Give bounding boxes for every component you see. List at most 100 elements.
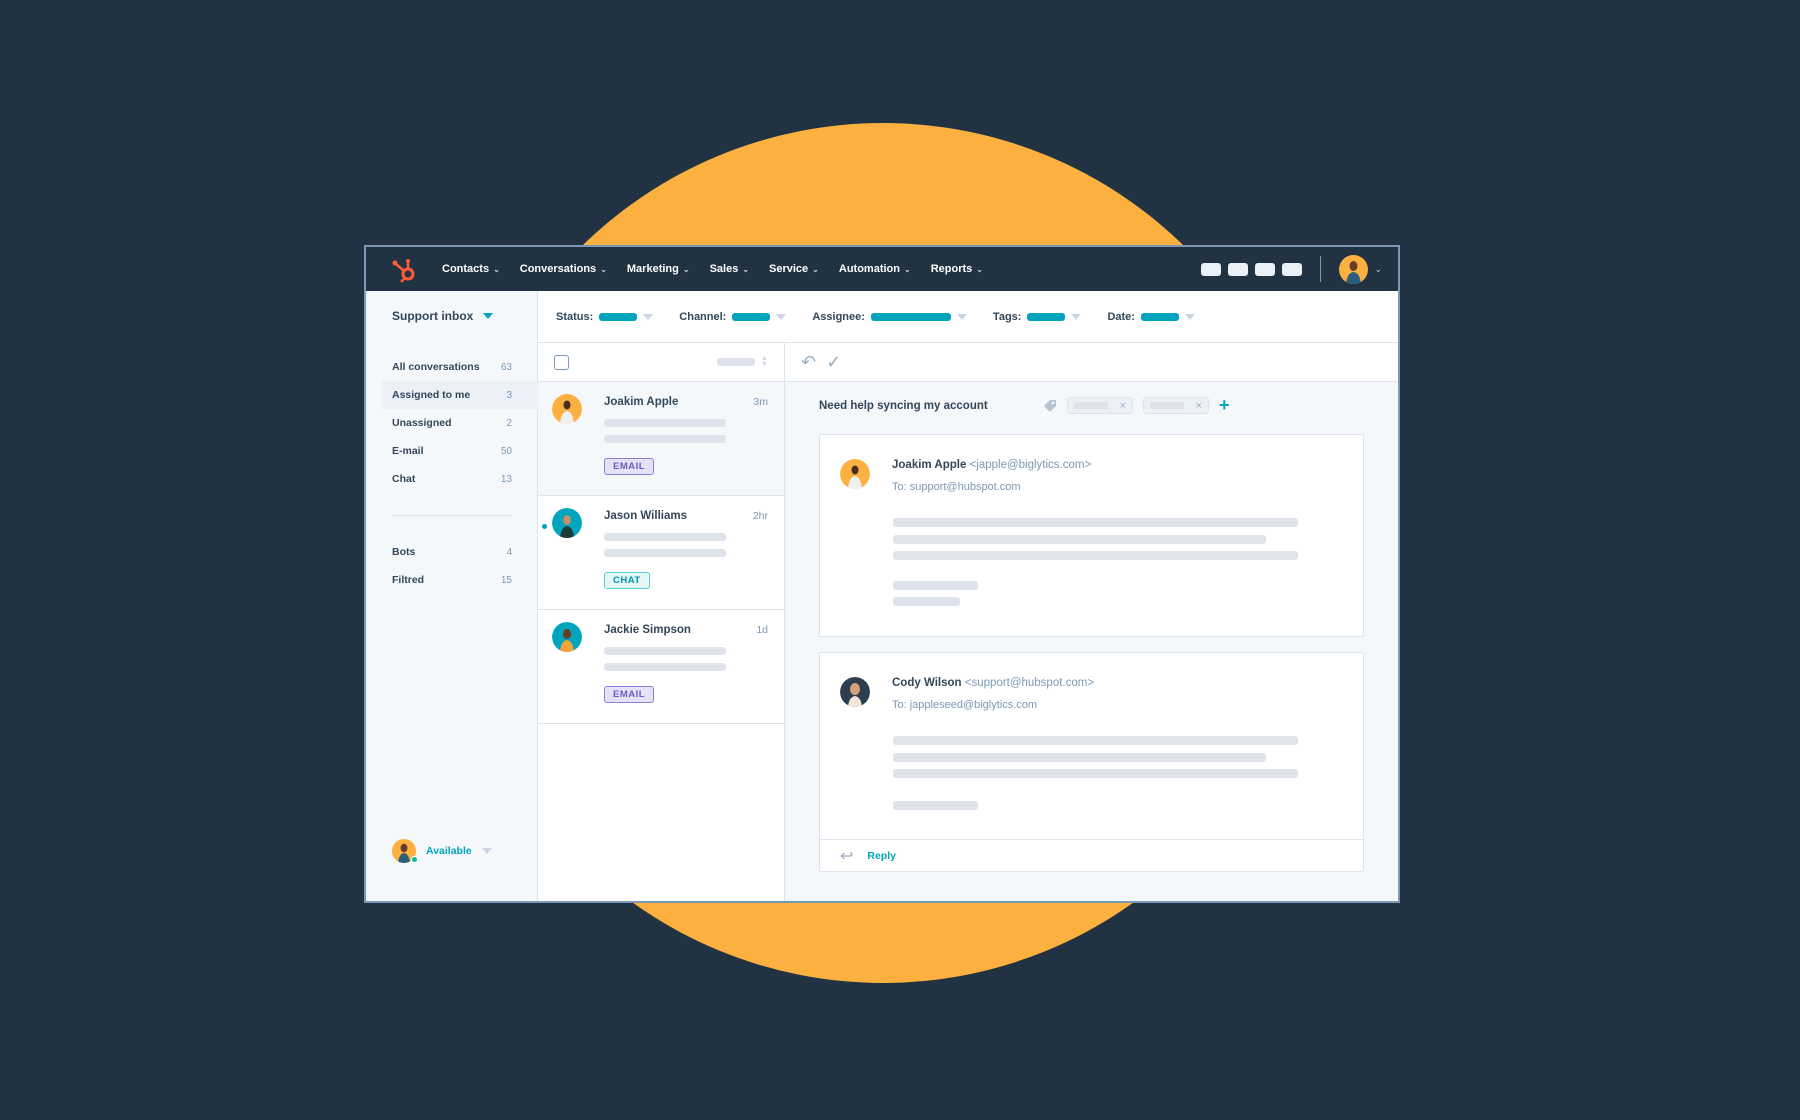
contact-avatar (552, 508, 582, 538)
inbox-selector[interactable]: Support inbox (392, 309, 494, 323)
nav-sales[interactable]: Sales ⌄ (710, 263, 749, 275)
nav-utility-button[interactable] (1201, 262, 1222, 276)
status-label: Available (426, 845, 472, 857)
message-card: Cody Wilson <support@hubspot.com> To: ja… (819, 652, 1364, 872)
filter-tags[interactable]: Tags: (993, 311, 1082, 323)
close-icon[interactable]: × (1196, 400, 1202, 412)
conversation-time: 1d (756, 624, 768, 636)
subject-row: Need help syncing my account × × + (819, 395, 1230, 416)
select-all-checkbox[interactable] (554, 354, 569, 370)
nav-utility-button[interactable] (1228, 262, 1249, 276)
chevron-down-icon[interactable]: ⌄ (1374, 264, 1382, 275)
filter-label: Tags: (992, 310, 1022, 323)
body-line (893, 597, 960, 606)
conversation-detail: ↶ ✓ Need help syncing my account × × + J… (785, 343, 1398, 901)
conversation-time: 2hr (752, 510, 768, 522)
conversation-item[interactable]: Joakim Apple 3m EMAIL (538, 382, 784, 496)
sidebar-item-count: 3 (506, 389, 512, 401)
body-line (893, 518, 1298, 527)
online-indicator (411, 856, 418, 863)
nav-label: Automation (838, 263, 900, 275)
sidebar-item-all-conversations[interactable]: All conversations 63 (382, 353, 538, 381)
filter-assignee[interactable]: Assignee: (812, 311, 967, 323)
filter-value (1027, 312, 1066, 321)
reply-button[interactable]: ↩ Reply (820, 839, 1363, 871)
tag-chip[interactable]: × (1067, 397, 1133, 414)
tag-chip[interactable]: × (1143, 397, 1209, 414)
sort-value (717, 358, 756, 366)
sidebar-item-label: All conversations (392, 361, 480, 373)
caret-down-icon (483, 313, 494, 319)
nav-automation[interactable]: Automation ⌄ (839, 263, 911, 275)
user-avatar (392, 839, 418, 863)
chevron-down-icon: ⌄ (742, 264, 750, 274)
hubspot-logo-icon[interactable] (390, 255, 420, 285)
nav-utility-button[interactable] (1282, 262, 1303, 276)
caret-down-icon (481, 848, 492, 854)
preview-line (604, 549, 726, 557)
tag-icon[interactable] (1043, 399, 1057, 413)
caret-down-icon (1184, 313, 1195, 320)
sender-email: <support@hubspot.com> (964, 677, 1095, 689)
chevron-down-icon: ⌄ (493, 264, 500, 274)
nav-conversations[interactable]: Conversations ⌄ (520, 263, 607, 275)
body-line (893, 736, 1298, 745)
body-line (893, 551, 1298, 560)
tag-chip-value (1150, 402, 1184, 409)
contact-avatar (552, 394, 582, 424)
body-line (893, 769, 1298, 778)
body-line (893, 753, 1266, 762)
close-icon[interactable]: × (1120, 400, 1126, 412)
sidebar-item-bots[interactable]: Bots 4 (382, 538, 538, 566)
sort-control[interactable]: ▲ ▼ (717, 355, 768, 368)
sender-name: Cody Wilson (892, 677, 962, 689)
nav-utility-button[interactable] (1255, 262, 1276, 276)
reply-icon: ↩ (840, 847, 854, 865)
preview-line (604, 435, 726, 443)
nav-label: Conversations (519, 263, 597, 275)
sender-avatar (840, 677, 870, 707)
filter-date[interactable]: Date: (1107, 311, 1195, 323)
sidebar-item-chat[interactable]: Chat 13 (382, 465, 538, 493)
contact-name: Jason Williams (604, 510, 687, 522)
message-from: Joakim Apple <japple@biglytics.com> (892, 459, 1091, 471)
sidebar-item-count: 50 (500, 445, 512, 457)
sender-name: Joakim Apple (892, 459, 967, 471)
preview-line (604, 647, 726, 655)
message-card: Joakim Apple <japple@biglytics.com> To: … (819, 434, 1364, 637)
availability-status[interactable]: Available (392, 839, 492, 863)
checkmark-icon[interactable]: ✓ (826, 353, 841, 371)
nav-label: Contacts (442, 263, 490, 275)
caret-down-icon (643, 313, 654, 320)
sidebar-item-filtred[interactable]: Filtred 15 (382, 566, 538, 594)
filter-channel[interactable]: Channel: (679, 311, 787, 323)
conversation-item[interactable]: Jason Williams 2hr CHAT (538, 496, 784, 610)
filter-label: Date: (1107, 310, 1135, 323)
list-toolbar: ▲ ▼ (538, 343, 784, 382)
nav-marketing[interactable]: Marketing ⌄ (627, 263, 690, 275)
add-tag-icon[interactable]: + (1219, 395, 1230, 416)
body-line (893, 535, 1266, 544)
contact-name: Joakim Apple (604, 396, 679, 408)
sidebar-item-email[interactable]: E-mail 50 (382, 437, 538, 465)
nav-reports[interactable]: Reports ⌄ (931, 263, 983, 275)
preview-line (604, 533, 726, 541)
sidebar-item-assigned-to-me[interactable]: Assigned to me 3 (382, 381, 538, 409)
nav-contacts[interactable]: Contacts ⌄ (442, 263, 500, 275)
person-icon (1346, 260, 1362, 284)
conversation-item[interactable]: Jackie Simpson 1d EMAIL (538, 610, 784, 724)
sidebar-item-count: 4 (506, 546, 512, 558)
unread-indicator (542, 524, 547, 529)
sender-email: <japple@biglytics.com> (969, 459, 1092, 471)
sender-avatar (840, 459, 870, 489)
filter-label: Status: (556, 310, 594, 323)
app-window: Contacts ⌄ Conversations ⌄ Marketing ⌄ Sale… (364, 245, 1400, 903)
contact-avatar (552, 622, 582, 652)
inbox-title: Support inbox (392, 309, 474, 323)
user-avatar[interactable] (1339, 254, 1369, 284)
message-to: To: support@hubspot.com (892, 481, 1021, 493)
reply-arrow-icon[interactable]: ↶ (801, 353, 816, 371)
sidebar-item-unassigned[interactable]: Unassigned 2 (382, 409, 538, 437)
filter-status[interactable]: Status: (556, 310, 654, 323)
nav-service[interactable]: Service ⌄ (769, 263, 819, 275)
